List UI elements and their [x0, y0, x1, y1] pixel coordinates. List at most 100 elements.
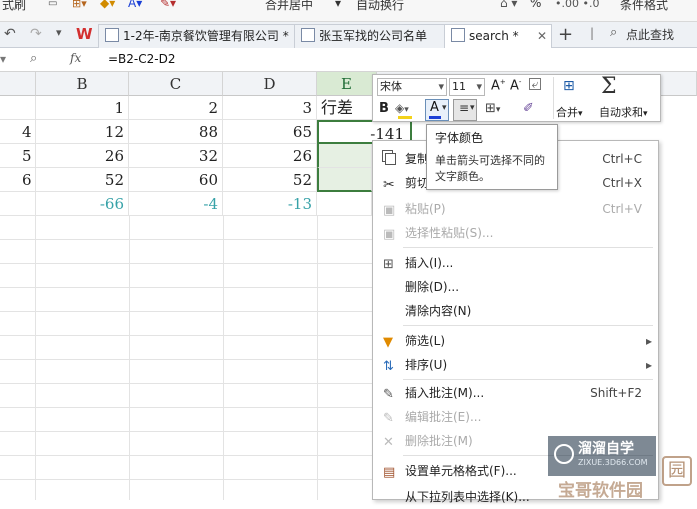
tooltip-title: 字体颜色: [435, 131, 484, 145]
merge-center-button[interactable]: 合并居中: [265, 0, 313, 13]
cell-b[interactable]: 12: [36, 120, 129, 144]
empty-grid[interactable]: [0, 216, 372, 500]
font-color-icon[interactable]: A▾: [128, 0, 142, 10]
grow-font-icon[interactable]: A+: [491, 78, 506, 93]
merge-button[interactable]: 合并▾: [556, 104, 583, 120]
menu-item-paste-special[interactable]: ▣ 选择性粘贴(S)...: [373, 221, 658, 245]
percent-button[interactable]: %: [530, 0, 541, 10]
cond-format-button[interactable]: 条件格式: [620, 0, 668, 13]
find-button[interactable]: 点此查找: [626, 26, 674, 43]
menu-item-filter[interactable]: ▼ 筛选(L) ▸: [373, 329, 658, 353]
column-header-c[interactable]: C: [129, 72, 223, 96]
new-tab-icon[interactable]: +: [558, 24, 573, 45]
submenu-arrow-icon: ▸: [645, 334, 652, 348]
decimal-icon[interactable]: •.00 •.0: [555, 0, 599, 10]
font-size-select[interactable]: 11 ▾: [449, 78, 485, 96]
row-header[interactable]: 4: [0, 120, 36, 144]
column-header-b[interactable]: B: [36, 72, 129, 96]
menu-separator: [403, 325, 653, 326]
cell-d[interactable]: 52: [223, 168, 317, 192]
bold-icon[interactable]: ▭: [48, 0, 57, 9]
play-icon: [554, 444, 574, 464]
tab-doc-1[interactable]: 1-2年-南京餐饮管理有限公司 *: [98, 24, 296, 49]
cell-c[interactable]: 2: [129, 96, 223, 120]
submenu-arrow-icon: ▸: [645, 358, 652, 372]
menu-item-add-comment[interactable]: ✎ 插入批注(M)... Shift+F2: [373, 381, 658, 405]
sheet-icon: [301, 28, 315, 42]
watermark-url: ZIXUE.3D66.COM: [578, 458, 648, 467]
cell-d[interactable]: 26: [223, 144, 317, 168]
cell-d[interactable]: 3: [223, 96, 317, 120]
cell-e-header[interactable]: 行差: [317, 96, 377, 120]
fx-icon[interactable]: fx: [70, 51, 81, 65]
menu-item-paste[interactable]: ▣ 粘贴(P) Ctrl+V: [373, 197, 658, 221]
tab-doc-2[interactable]: 张玉军找的公司名单: [294, 24, 446, 49]
quick-access-dropdown-icon[interactable]: ▾: [56, 26, 62, 39]
column-header-d[interactable]: D: [223, 72, 317, 96]
paste-special-icon: ▣: [383, 227, 396, 242]
row-header[interactable]: 6: [0, 168, 36, 192]
column-header-e[interactable]: E: [317, 72, 377, 96]
watermark-logo-icon: 园: [662, 456, 692, 486]
cell-c[interactable]: -4: [129, 192, 223, 216]
format-painter-button[interactable]: 式刷: [2, 0, 26, 13]
sigma-icon[interactable]: Σ: [601, 74, 617, 99]
autosum-label: 自动求和: [599, 106, 643, 119]
insert-icon: ⊞: [383, 257, 394, 272]
wrap-text-button[interactable]: 自动换行: [356, 0, 404, 13]
undo-icon[interactable]: ↶: [4, 26, 16, 42]
redo-icon[interactable]: ↷: [30, 26, 42, 42]
name-box-dropdown-icon[interactable]: ▾: [0, 52, 6, 66]
cell-c[interactable]: 60: [129, 168, 223, 192]
watermark-site: 宝哥软件园: [558, 481, 643, 501]
cell-d[interactable]: 65: [223, 120, 317, 144]
menu-item-edit-comment[interactable]: ✎ 编辑批注(E)...: [373, 405, 658, 429]
cell-b[interactable]: -66: [36, 192, 129, 216]
formula-input[interactable]: =B2-C2-D2: [108, 52, 175, 66]
font-name-select[interactable]: 宋体 ▾: [377, 78, 447, 96]
cell-b[interactable]: 26: [36, 144, 129, 168]
autosum-button[interactable]: 自动求和▾: [599, 104, 648, 120]
cell-e-selected[interactable]: [317, 144, 372, 168]
merge-dropdown-icon[interactable]: ▾: [335, 0, 341, 10]
tab-list-icon[interactable]: |: [590, 26, 594, 40]
shrink-font-icon[interactable]: A-: [510, 78, 521, 93]
formula-bar: ▾ ⌕ fx =B2-C2-D2: [0, 48, 697, 72]
border-icon[interactable]: ⊞▾: [72, 0, 87, 10]
cell-b[interactable]: 1: [36, 96, 129, 120]
row-header[interactable]: 5: [0, 144, 36, 168]
menu-item-clear[interactable]: 清除内容(N): [373, 299, 658, 323]
fill-color-icon[interactable]: ◈▾: [395, 101, 409, 115]
number-format-icon[interactable]: ⌂ ▾: [500, 0, 517, 10]
menu-item-sort[interactable]: ⇅ 排序(U) ▸: [373, 353, 658, 377]
align-button[interactable]: ≡ ▾: [453, 99, 477, 121]
paste-icon: ▣: [383, 203, 396, 218]
zoom-icon[interactable]: ⌕: [30, 51, 37, 66]
tab-label: 1-2年-南京餐饮管理有限公司 *: [123, 29, 289, 43]
scissors-icon: ✂: [383, 177, 395, 193]
close-tab-icon[interactable]: ✕: [537, 25, 547, 47]
font-color-icon: A: [430, 100, 439, 115]
format-icon[interactable]: ⤶: [529, 78, 541, 90]
cell-c[interactable]: 32: [129, 144, 223, 168]
cell-b[interactable]: 52: [36, 168, 129, 192]
row-header[interactable]: [0, 96, 36, 120]
wps-logo-icon[interactable]: W: [76, 25, 93, 43]
menu-item-insert[interactable]: ⊞ 插入(I)...: [373, 251, 658, 275]
search-icon[interactable]: ⌕: [610, 25, 617, 40]
format-painter-icon[interactable]: ✐: [523, 101, 534, 116]
clear-icon[interactable]: ✎▾: [160, 0, 176, 10]
cell-e-selected[interactable]: [317, 168, 372, 192]
border-icon[interactable]: ⊞▾: [485, 101, 500, 116]
cell-c[interactable]: 88: [129, 120, 223, 144]
corner-header[interactable]: [0, 72, 36, 96]
font-color-button[interactable]: A ▾: [425, 99, 449, 121]
menu-item-delete[interactable]: 删除(D)...: [373, 275, 658, 299]
tab-doc-3[interactable]: search * ✕: [444, 24, 552, 49]
cell-d[interactable]: -13: [223, 192, 317, 216]
row-header[interactable]: [0, 192, 36, 216]
cell-e[interactable]: [317, 192, 372, 216]
merge-icon[interactable]: ⊞: [563, 78, 575, 94]
bold-icon[interactable]: B: [379, 101, 389, 116]
fill-icon[interactable]: ◆▾: [100, 0, 115, 10]
